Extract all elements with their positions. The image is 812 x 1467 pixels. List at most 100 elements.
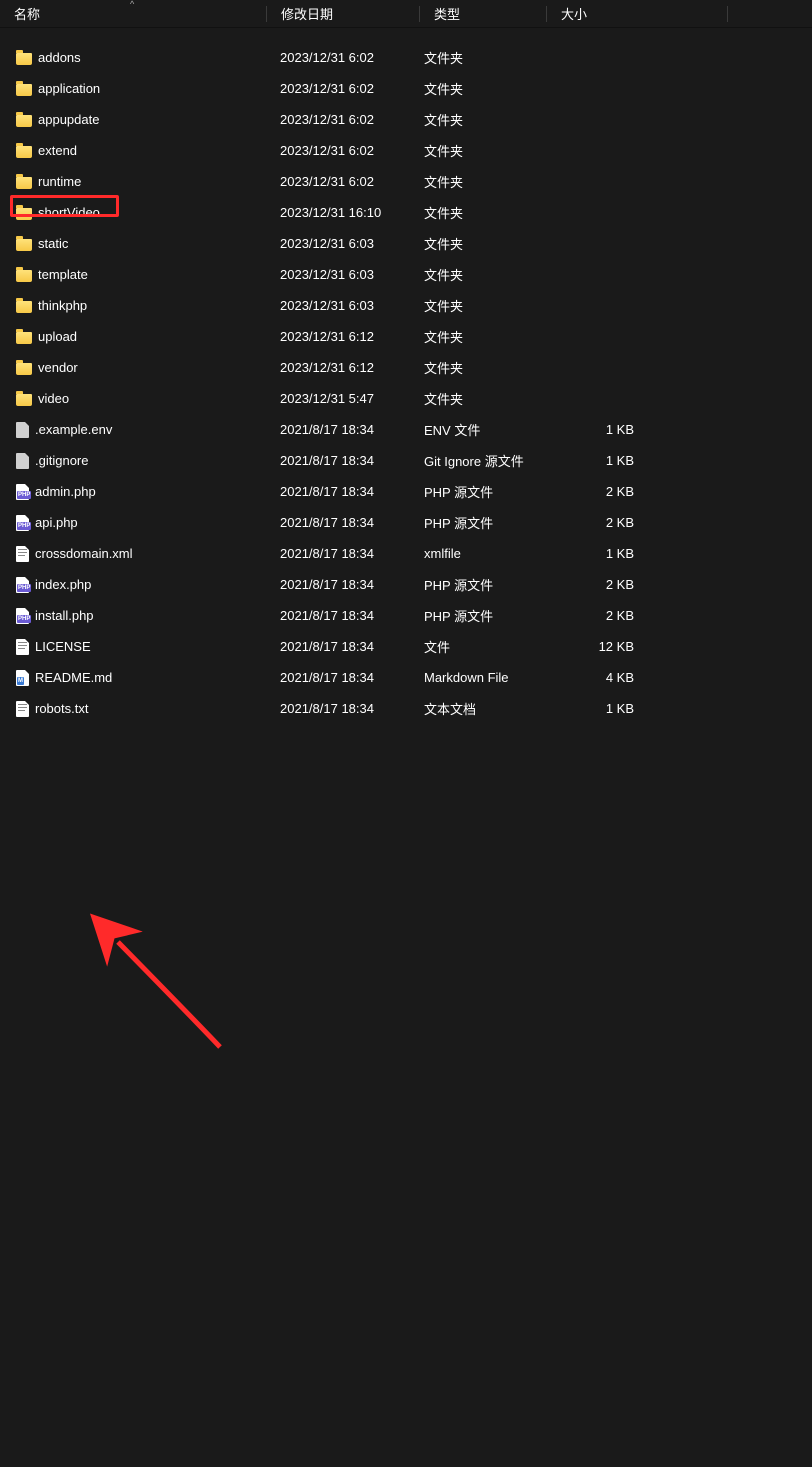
file-row[interactable]: robots.txt2021/8/17 18:34文本文档1 KB xyxy=(0,693,812,724)
file-row[interactable]: PHPinstall.php2021/8/17 18:34PHP 源文件2 KB xyxy=(0,600,812,631)
cell-type: xmlfile xyxy=(418,546,544,561)
file-row[interactable]: shortVideo2023/12/31 16:10文件夹 xyxy=(0,197,812,228)
cell-size: 1 KB xyxy=(544,453,724,468)
file-name-label: runtime xyxy=(38,174,81,189)
cell-name: .gitignore xyxy=(0,453,266,469)
cell-date: 2021/8/17 18:34 xyxy=(266,546,418,561)
cell-name: video xyxy=(0,391,266,406)
file-list: addons2023/12/31 6:02文件夹 application 2023/… xyxy=(0,28,812,724)
file-name-label: LICENSE xyxy=(35,639,91,654)
cell-type: 文件夹 xyxy=(418,234,544,253)
cell-date: 2023/12/31 6:02 xyxy=(266,50,418,65)
file-row[interactable]: appupdate2023/12/31 6:02文件夹 xyxy=(0,104,812,135)
file-icon: M xyxy=(16,670,29,686)
cell-type: Git Ignore 源文件 xyxy=(418,451,544,470)
cell-date: 2021/8/17 18:34 xyxy=(266,670,418,685)
annotation-arrow xyxy=(0,724,812,1467)
file-icon xyxy=(16,701,29,717)
cell-size: 4 KB xyxy=(544,670,724,685)
column-header: 名称 ^ 修改日期 类型 大小 xyxy=(0,0,812,28)
cell-date: 2023/12/31 6:02 xyxy=(266,174,418,189)
cell-type: 文件夹 xyxy=(418,48,544,67)
php-badge-icon: PHP xyxy=(17,584,31,592)
file-name-label: application xyxy=(38,81,100,96)
file-row[interactable]: application 2023/12/31 6:02文件夹 xyxy=(0,73,812,104)
folder-icon xyxy=(16,177,32,189)
file-row[interactable]: .gitignore2021/8/17 18:34Git Ignore 源文件1… xyxy=(0,445,812,476)
folder-icon xyxy=(16,208,32,220)
column-name[interactable]: 名称 ^ xyxy=(0,0,266,27)
file-row[interactable]: PHPadmin.php2021/8/17 18:34PHP 源文件2 KB xyxy=(0,476,812,507)
column-type-label: 类型 xyxy=(434,4,460,23)
file-row[interactable]: vendor2023/12/31 6:12文件夹 xyxy=(0,352,812,383)
file-row[interactable]: video2023/12/31 5:47文件夹 xyxy=(0,383,812,414)
file-row[interactable]: crossdomain.xml2021/8/17 18:34xmlfile1 K… xyxy=(0,538,812,569)
cell-type: 文件夹 xyxy=(418,79,544,98)
file-name-label: vendor xyxy=(38,360,78,375)
file-name-label: api.php xyxy=(35,515,78,530)
cell-type: 文件夹 xyxy=(418,327,544,346)
file-row[interactable]: template2023/12/31 6:03文件夹 xyxy=(0,259,812,290)
file-icon xyxy=(16,639,29,655)
cell-date: 2023/12/31 6:02 xyxy=(266,81,418,96)
cell-name: vendor xyxy=(0,360,266,375)
folder-icon xyxy=(16,363,32,375)
cell-date: 2023/12/31 16:10 xyxy=(266,205,418,220)
column-type[interactable]: 类型 xyxy=(420,0,546,27)
cell-type: 文件夹 xyxy=(418,358,544,377)
file-row[interactable]: LICENSE2021/8/17 18:34文件12 KB xyxy=(0,631,812,662)
cell-date: 2023/12/31 5:47 xyxy=(266,391,418,406)
file-row[interactable]: thinkphp2023/12/31 6:03文件夹 xyxy=(0,290,812,321)
file-name-label: extend xyxy=(38,143,77,158)
file-name-label: static xyxy=(38,236,68,251)
cell-name: PHP api.php xyxy=(0,515,266,531)
file-name-label: README.md xyxy=(35,670,112,685)
cell-type: 文件夹 xyxy=(418,110,544,129)
file-icon: PHP xyxy=(16,515,29,531)
column-size-label: 大小 xyxy=(561,4,587,23)
file-name-label: .gitignore xyxy=(35,453,88,468)
column-date[interactable]: 修改日期 xyxy=(267,0,419,27)
file-row[interactable]: .example.env2021/8/17 18:34ENV 文件1 KB xyxy=(0,414,812,445)
folder-icon xyxy=(16,239,32,251)
cell-date: 2021/8/17 18:34 xyxy=(266,484,418,499)
cell-name: crossdomain.xml xyxy=(0,546,266,562)
file-name-label: crossdomain.xml xyxy=(35,546,133,561)
md-badge-icon: M xyxy=(17,677,24,685)
cell-name: PHPadmin.php xyxy=(0,484,266,500)
column-divider[interactable] xyxy=(727,6,728,22)
file-row[interactable]: MREADME.md2021/8/17 18:34Markdown File4 … xyxy=(0,662,812,693)
file-row[interactable]: extend2023/12/31 6:02文件夹 xyxy=(0,135,812,166)
cell-date: 2023/12/31 6:03 xyxy=(266,298,418,313)
folder-icon xyxy=(16,394,32,406)
cell-size: 2 KB xyxy=(544,577,724,592)
cell-size: 2 KB xyxy=(544,484,724,499)
file-name-label: template xyxy=(38,267,88,282)
cell-size: 2 KB xyxy=(544,515,724,530)
file-row[interactable]: PHPapi.php2021/8/17 18:34PHP 源文件2 KB xyxy=(0,507,812,538)
column-size[interactable]: 大小 xyxy=(547,0,727,27)
cell-date: 2021/8/17 18:34 xyxy=(266,577,418,592)
cell-name: runtime xyxy=(0,174,266,189)
file-icon: PHP xyxy=(16,484,29,500)
file-row[interactable]: runtime2023/12/31 6:02文件夹 xyxy=(0,166,812,197)
column-date-label: 修改日期 xyxy=(281,4,333,23)
php-badge-icon: PHP xyxy=(17,615,31,623)
cell-name: PHP install.php xyxy=(0,608,266,624)
file-row[interactable]: PHPindex.php2021/8/17 18:34PHP 源文件2 KB xyxy=(0,569,812,600)
file-row[interactable]: upload2023/12/31 6:12文件夹 xyxy=(0,321,812,352)
cell-type: 文件夹 xyxy=(418,203,544,222)
file-row[interactable]: static2023/12/31 6:03文件夹 xyxy=(0,228,812,259)
cell-date: 2021/8/17 18:34 xyxy=(266,608,418,623)
file-row[interactable]: addons2023/12/31 6:02文件夹 xyxy=(0,42,812,73)
cell-type: 文件夹 xyxy=(418,389,544,408)
cell-date: 2021/8/17 18:34 xyxy=(266,639,418,654)
cell-type: PHP 源文件 xyxy=(418,606,544,625)
cell-date: 2023/12/31 6:03 xyxy=(266,267,418,282)
cell-name: template xyxy=(0,267,266,282)
cell-name: PHPindex.php xyxy=(0,577,266,593)
cell-name: extend xyxy=(0,143,266,158)
cell-type: 文件 xyxy=(418,637,544,656)
cell-date: 2021/8/17 18:34 xyxy=(266,701,418,716)
file-name-label: install.php xyxy=(35,608,94,623)
